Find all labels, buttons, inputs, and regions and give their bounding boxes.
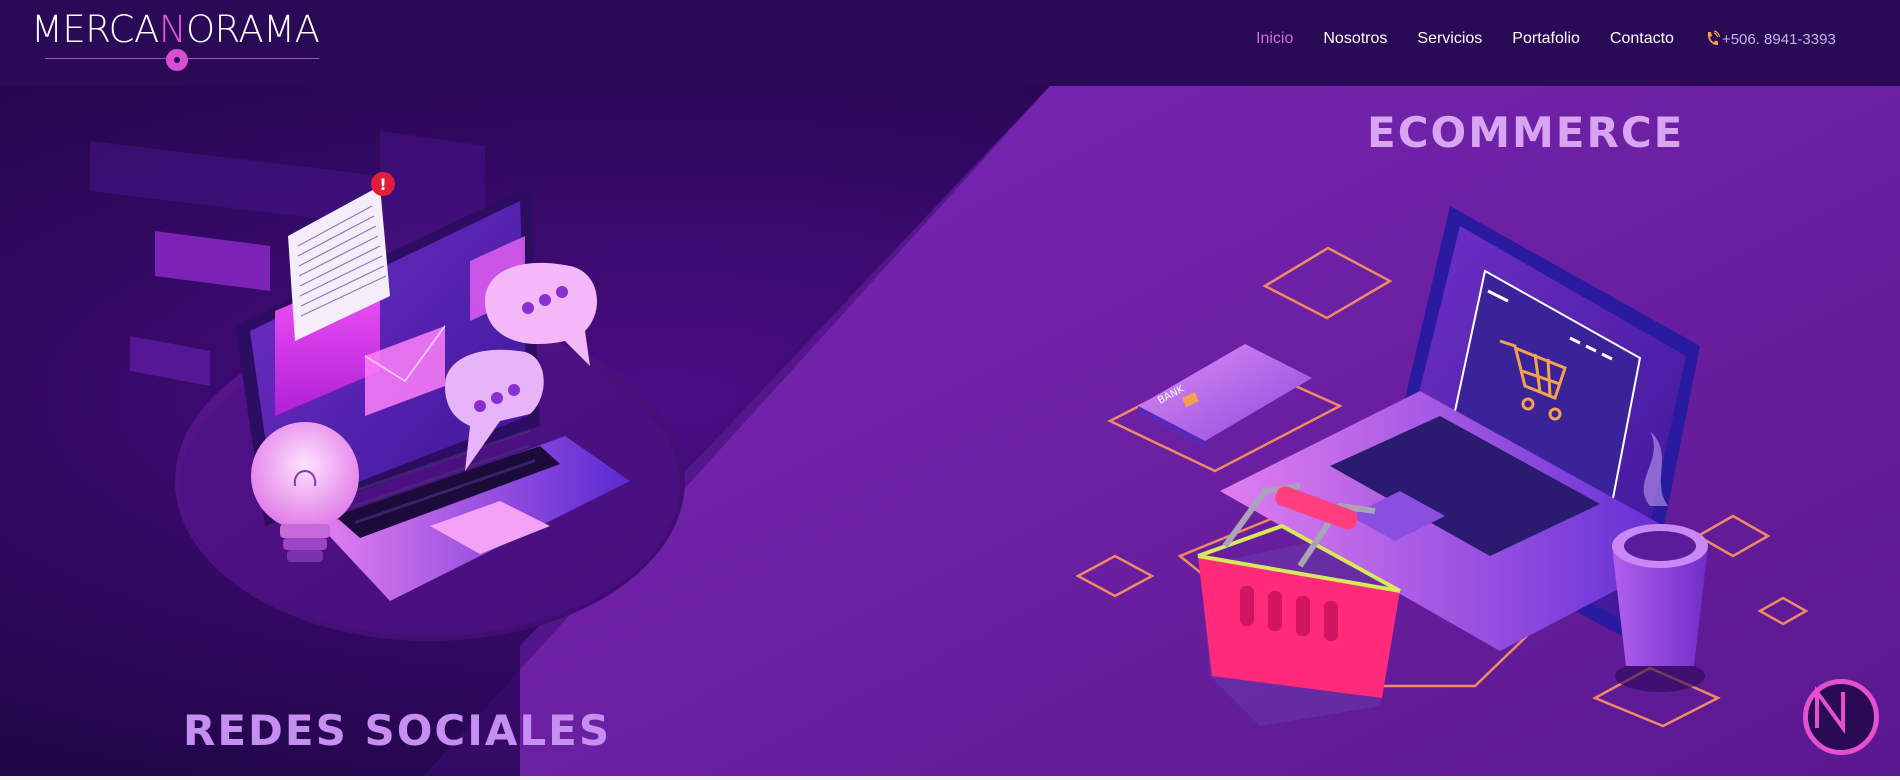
hero-banner: ! BANK ECOMMERCE REDES SOCIALES [0,86,1900,780]
page-bottom-edge [0,776,1900,780]
main-nav: Inicio Nosotros Servicios Portafolio Con… [1256,30,1836,48]
nav-item-portafolio[interactable]: Portafolio [1512,30,1580,48]
phone-number: +506. 8941-3393 [1721,30,1836,48]
site-header: MERCANORAMA Inicio Nosotros Servicios Po… [0,0,1900,86]
logo-dot-icon [166,49,188,71]
hero-illustration: ! BANK [0,86,1900,780]
svg-text:!: ! [379,175,386,194]
nav-item-servicios[interactable]: Servicios [1417,30,1482,48]
redes-sociales-title: REDES SOCIALES [183,706,612,755]
nav-item-contacto[interactable]: Contacto [1610,30,1674,48]
n-logo-button[interactable] [1803,679,1879,755]
ecommerce-title: ECOMMERCE [1367,108,1685,157]
phone-icon [1707,30,1720,46]
brand-wordmark: MERCANORAMA [31,8,320,51]
brand-logo[interactable]: MERCANORAMA [31,10,336,74]
phone-link[interactable]: +506. 8941-3393 [1704,30,1836,48]
nav-item-inicio[interactable]: Inicio [1256,30,1293,48]
n-logo-icon [1815,685,1845,735]
nav-item-nosotros[interactable]: Nosotros [1323,30,1387,48]
